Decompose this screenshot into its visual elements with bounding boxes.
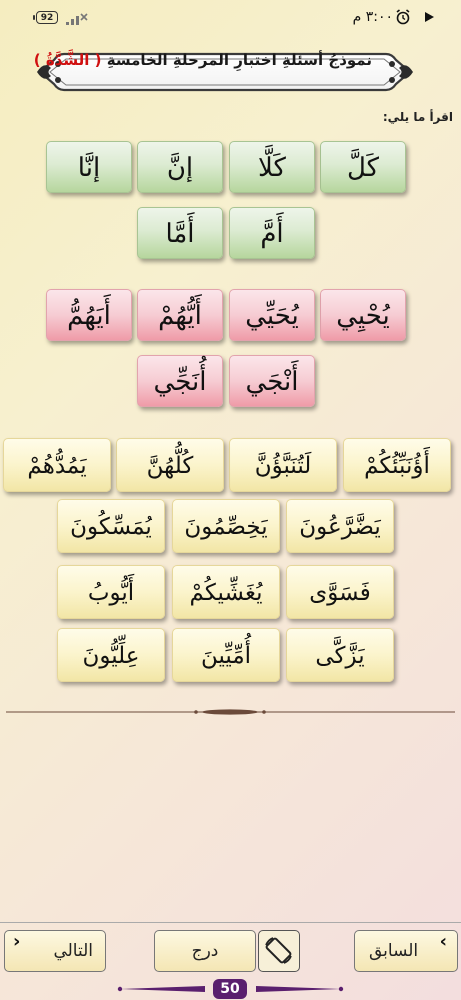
chevron-left-icon: ‹ (439, 931, 447, 952)
word-tile[interactable]: أَيُّوبُ (57, 565, 165, 619)
word-tile[interactable]: يُغَشِّيكُمْ (172, 565, 280, 619)
clock-time: ٣:٠٠ م (352, 9, 393, 25)
word-tile[interactable]: يَخِصِّمُونَ (172, 499, 280, 553)
title-highlight: ( الشَّدَّةُ ) (33, 51, 102, 69)
word-tile[interactable]: لَتُنَبَّؤُنَّ (229, 438, 337, 492)
word-tile[interactable]: إنَّ (137, 141, 223, 193)
word-tile[interactable]: أَمَّ (229, 207, 315, 259)
word-tile[interactable]: أَؤُنَبِّئُكُمْ (343, 438, 451, 492)
status-bar: 92 ٣:٠٠ م (0, 0, 461, 36)
word-tile[interactable]: أَيُّهُمْ (137, 289, 223, 341)
title-main: نموذجُ أسئلةِ اختبارِ المرحلةِ الخامسةِ (106, 51, 372, 69)
word-tile[interactable]: أُنَجِّي (137, 355, 223, 407)
word-tile[interactable]: كَلَّ (320, 141, 406, 193)
word-tile[interactable]: كَلَّا (229, 141, 315, 193)
page-title: نموذجُ أسئلةِ اختبارِ المرحلةِ الخامسةِ … (34, 51, 372, 93)
play-icon (425, 12, 434, 22)
rotate-screen-button[interactable] (258, 930, 300, 972)
chevron-right-icon: › (13, 931, 21, 952)
index-button[interactable]: درج (154, 930, 256, 972)
battery-icon: 92 (33, 11, 58, 24)
next-button-label: التالي (53, 941, 93, 961)
page-number: 50 (213, 979, 247, 999)
ornament-divider (6, 709, 455, 715)
word-tile[interactable]: يَزَّكَّى (286, 628, 394, 682)
word-tile[interactable]: يُمَسِّكُونَ (57, 499, 165, 553)
word-tile[interactable]: يَضَّرَّعُونَ (286, 499, 394, 553)
word-tile[interactable]: أُمِّيِّينَ (172, 628, 280, 682)
word-tile[interactable]: أَيَهُمُّ (46, 289, 132, 341)
index-button-label: درج (191, 941, 219, 961)
word-tile[interactable]: يُحَيِّي (229, 289, 315, 341)
next-button[interactable]: › التالي (4, 930, 106, 972)
word-tile[interactable]: عِلِّيُّونَ (57, 628, 165, 682)
word-tile[interactable]: يُحْيِي (320, 289, 406, 341)
wifi-off-icon (66, 13, 88, 25)
word-tile[interactable]: كُلُّهُنَّ (116, 438, 224, 492)
word-tile[interactable]: إنَّا (46, 141, 132, 193)
word-tile[interactable]: يَمُدُّهُمْ (3, 438, 111, 492)
title-banner: نموذجُ أسئلةِ اختبارِ المرحلةِ الخامسةِ … (34, 51, 416, 93)
previous-button-label: السابق (369, 941, 419, 961)
rotate-screen-icon (265, 937, 292, 964)
word-tile[interactable]: أَمَّا (137, 207, 223, 259)
word-tile[interactable]: فَسَوَّى (286, 565, 394, 619)
footer-divider (0, 922, 461, 923)
alarm-icon (396, 9, 410, 25)
word-tile[interactable]: أَنْجَي (229, 355, 315, 407)
previous-button[interactable]: السابق ‹ (354, 930, 458, 972)
instruction-text: اقرأ ما يلي: (382, 110, 453, 124)
